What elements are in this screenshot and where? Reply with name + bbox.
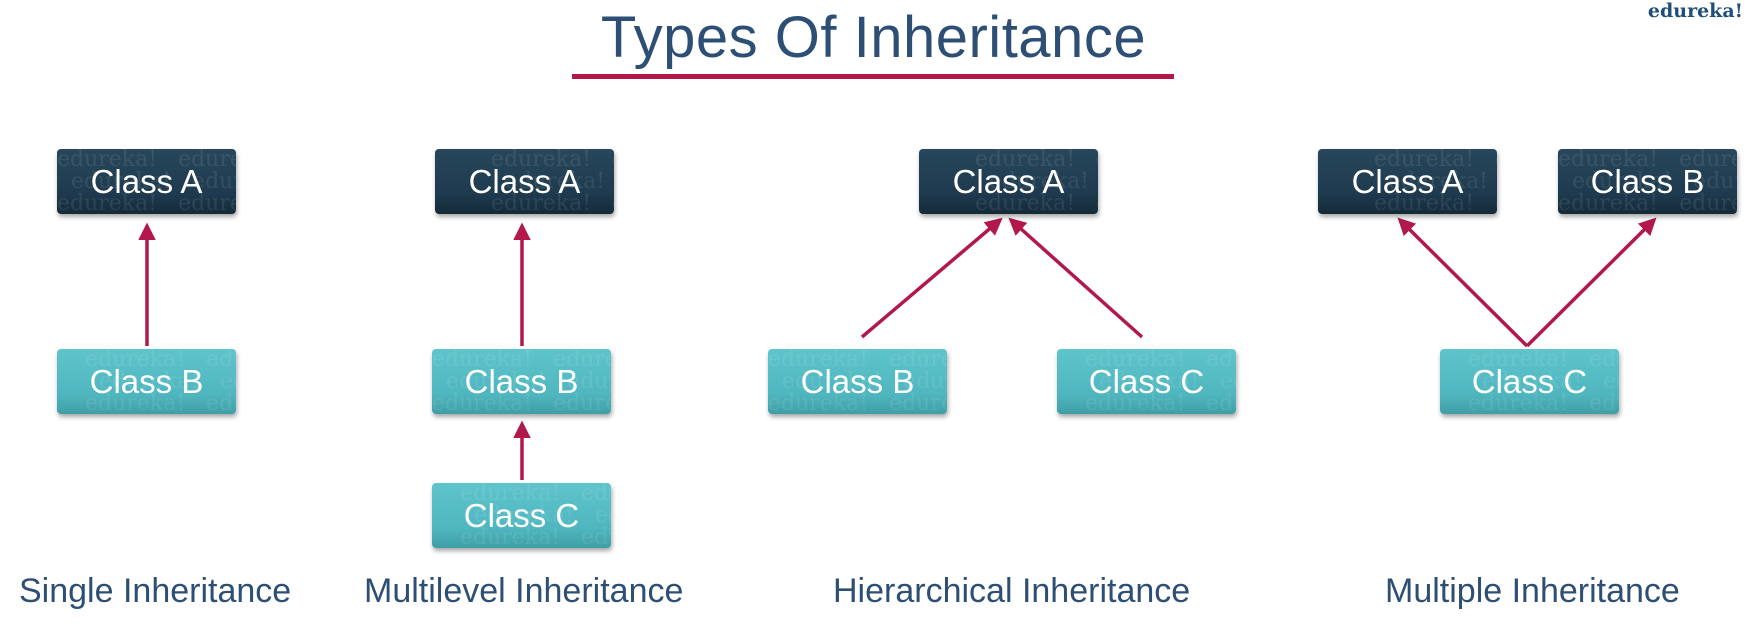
class-label: Class C: [1471, 362, 1588, 400]
multiple-class-a: edureka! edureka! edureka! edureka! edur…: [1318, 149, 1497, 214]
class-label: Class B: [464, 362, 579, 400]
multilevel-class-b: edureka! edureka! edureka! edureka! edur…: [432, 349, 611, 414]
inheritance-arrows: [138, 217, 1657, 480]
arrow-multiple-c-to-a: [1397, 217, 1529, 348]
class-label: Class A: [90, 162, 203, 200]
class-label: Class B: [89, 362, 204, 400]
class-label: Class C: [1088, 362, 1205, 400]
hierarchical-class-b: edureka! edureka! edureka! edureka! edur…: [768, 349, 947, 414]
caption-multilevel: Multilevel Inheritance: [364, 572, 684, 610]
single-class-a: edureka! edureka! edureka! edureka! edur…: [57, 149, 236, 214]
hierarchical-class-c: edureka! edureka! edureka! edureka! edur…: [1057, 349, 1236, 414]
arrow-multiple-c-to-b: [1525, 217, 1657, 348]
class-label: Class A: [468, 162, 581, 200]
caption-multiple: Multiple Inheritance: [1385, 572, 1680, 610]
hierarchical-class-a: edureka! edureka! edureka! edureka! edur…: [919, 149, 1098, 214]
caption-single: Single Inheritance: [19, 572, 292, 610]
arrow-hierarchical-b-to-a: [860, 217, 1003, 339]
caption-hierarchical: Hierarchical Inheritance: [833, 572, 1191, 610]
arrow-hierarchical-c-to-a: [1008, 217, 1144, 339]
class-label: Class A: [1351, 162, 1464, 200]
single-class-b: edureka! edureka! edureka! edureka! edur…: [57, 349, 236, 414]
class-label: Class C: [463, 496, 580, 534]
class-label: Class A: [952, 162, 1065, 200]
class-label: Class B: [800, 362, 915, 400]
multiple-class-b: edureka! edureka! edureka! edureka! edur…: [1558, 149, 1737, 214]
multilevel-class-a: edureka! edureka! edureka! edureka! edur…: [435, 149, 614, 214]
class-label: Class B: [1590, 162, 1705, 200]
multiple-class-c: edureka! edureka! edureka! edureka! edur…: [1440, 349, 1619, 414]
multilevel-class-c: edureka! edureka! edureka! edureka! edur…: [432, 483, 611, 548]
